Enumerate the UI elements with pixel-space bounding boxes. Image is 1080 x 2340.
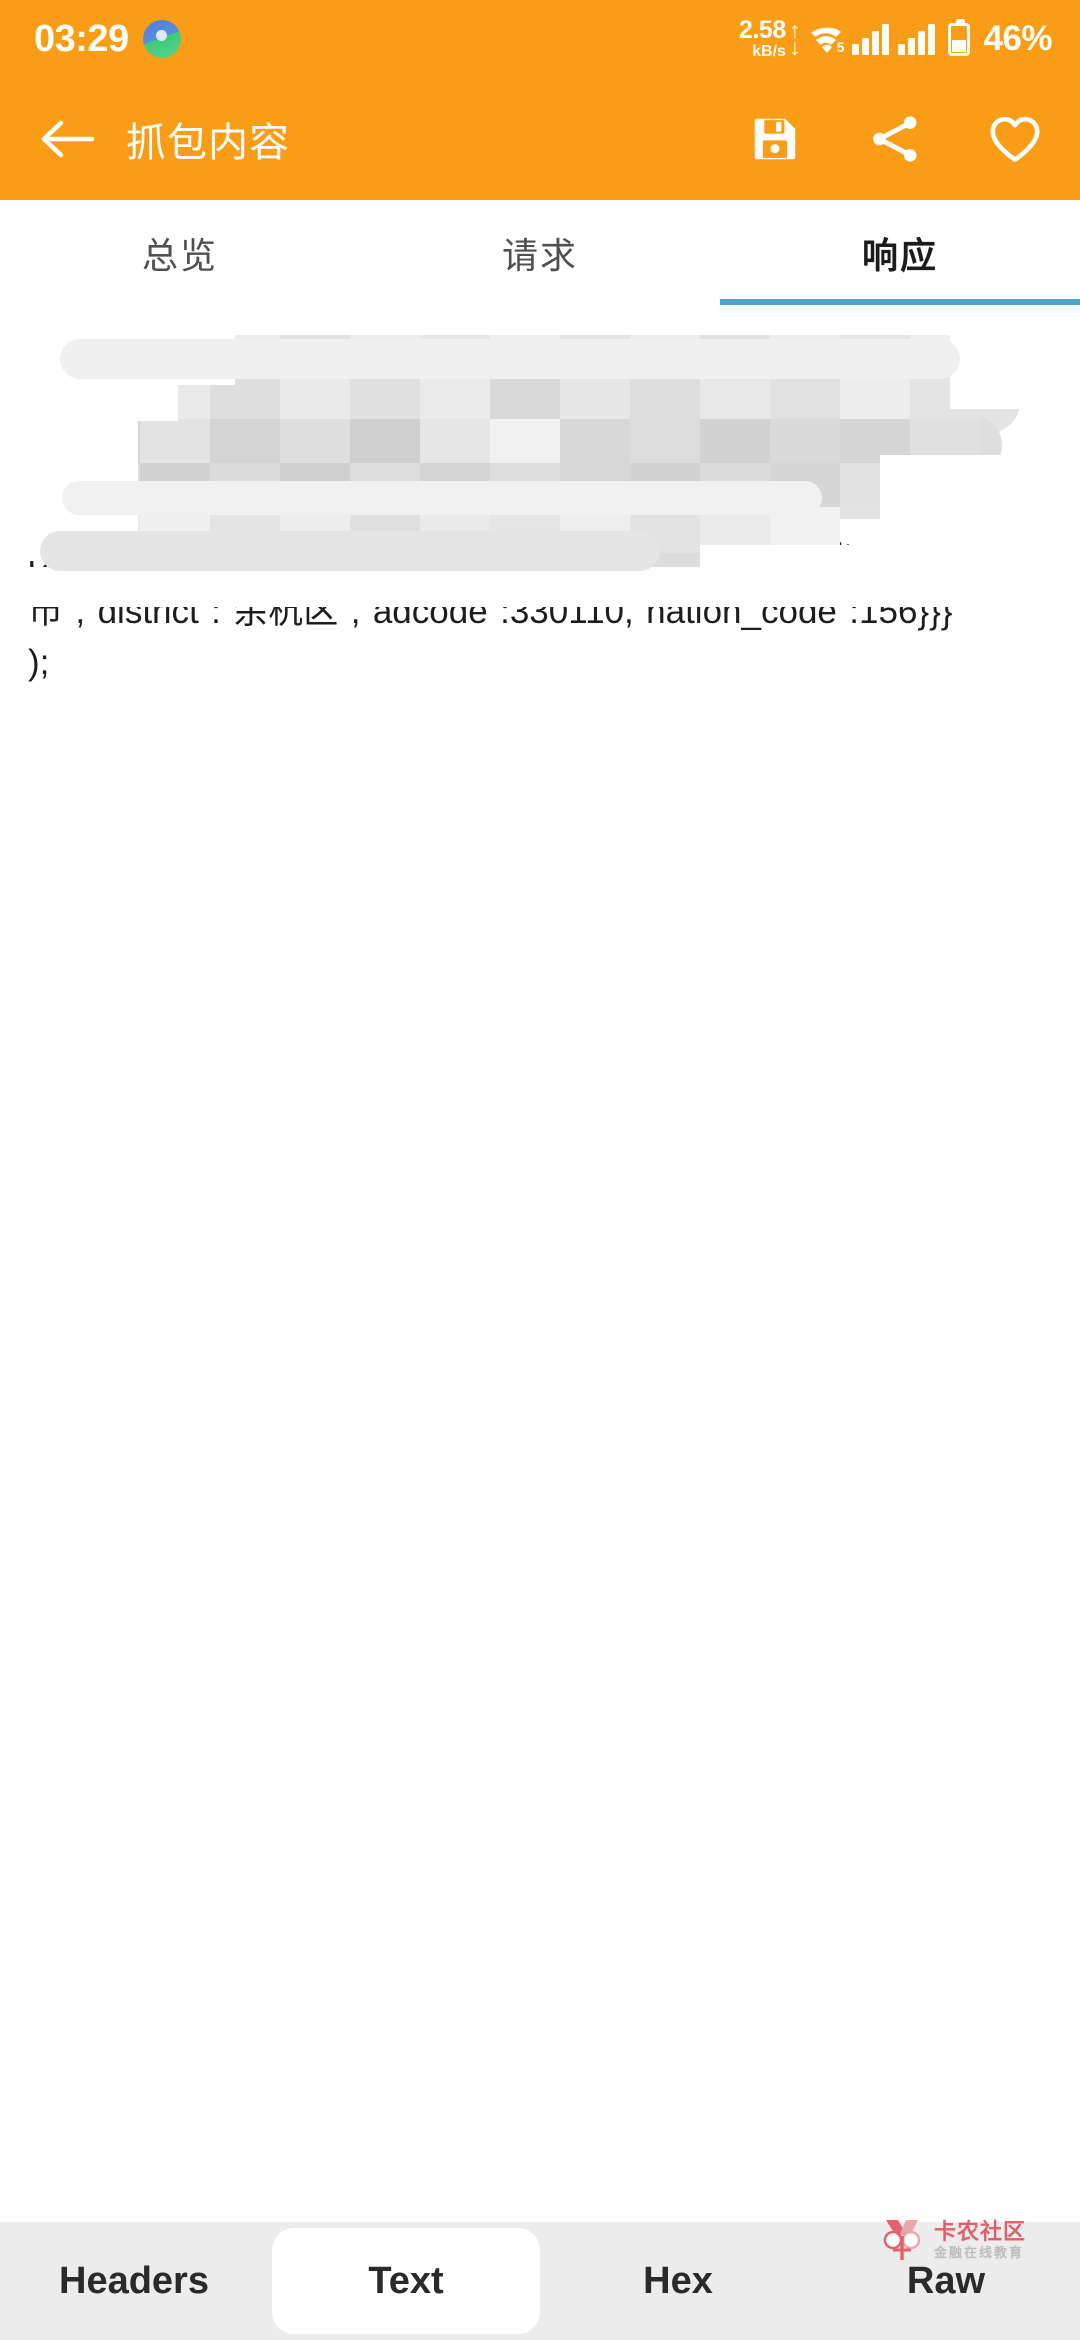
response-line-2: i8 — [28, 388, 56, 427]
android-app-icon — [142, 20, 181, 58]
response-body-panel[interactable]: TN i8 a427 {"i (298501},"ad_info":{"nati… — [0, 305, 1080, 2217]
back-button[interactable] — [36, 107, 100, 171]
watermark-text: 卡农社区 金融在线教育 — [934, 2220, 1026, 2260]
signal-bars-sim1-icon — [852, 23, 890, 55]
response-line-last: ); — [28, 643, 50, 682]
section-tabs: 总览 请求 响应 — [0, 200, 1080, 305]
tab-response-label: 响应 — [861, 234, 938, 276]
battery-percent: 46% — [983, 19, 1052, 58]
response-line-3: a427 — [28, 439, 106, 478]
tab-request-label: 请求 — [501, 234, 578, 276]
tab-response[interactable]: 响应 — [720, 200, 1080, 305]
save-button[interactable] — [744, 108, 806, 170]
app-toolbar: 抓包内容 — [0, 78, 1080, 200]
response-line-4: {"i — [28, 490, 60, 529]
status-bar-right: 2.58 kB/s ↑ ↓ 5 46% — [739, 18, 1053, 60]
bottom-tab-hex[interactable]: Hex — [544, 2228, 812, 2334]
favorite-button[interactable] — [984, 108, 1046, 170]
status-bar-left: 03:29 — [34, 20, 181, 58]
share-button[interactable] — [864, 108, 926, 170]
wifi-icon: 5 — [809, 23, 845, 55]
watermark-logo-icon — [876, 2214, 928, 2266]
response-body-text: TN i8 a427 {"i (298501},"ad_info":{"nati… — [28, 331, 1052, 688]
network-speed-indicator: 2.58 kB/s ↑ ↓ — [739, 18, 801, 60]
tab-overview[interactable]: 总览 — [0, 200, 360, 305]
bottom-tab-headers-label: Headers — [59, 2259, 209, 2302]
bottom-tab-raw[interactable]: Raw 卡农社区 金融在线教育 — [812, 2220, 1080, 2334]
status-clock: 03:29 — [34, 18, 129, 60]
bottom-tab-hex-label: Hex — [643, 2259, 713, 2302]
tab-overview-label: 总览 — [141, 234, 218, 276]
network-arrows-icon: ↑ ↓ — [788, 19, 801, 60]
arrow-down-icon: ↓ — [788, 34, 801, 60]
signal-bars-sim2-icon — [898, 23, 936, 55]
bottom-tab-headers[interactable]: Headers — [0, 2228, 268, 2334]
wifi-generation-label: 5 — [836, 39, 845, 55]
network-speed-value: 2.58 — [738, 16, 786, 44]
page-title: 抓包内容 — [126, 121, 290, 165]
toolbar-actions — [744, 108, 1046, 170]
response-line-5: ( — [28, 541, 40, 580]
network-speed-unit: kB/s — [752, 43, 786, 60]
response-body-json: 298501},"ad_info":{"nation":"中国","provin… — [28, 541, 1050, 631]
tab-request[interactable]: 请求 — [360, 200, 720, 305]
bottom-tab-text-label: Text — [368, 2259, 444, 2302]
bottom-tab-text[interactable]: Text — [272, 2228, 540, 2334]
watermark-title: 卡农社区 — [934, 2219, 1027, 2245]
format-tab-bar: Headers Text Hex Raw 卡农社区 金融在线教育 — [0, 2220, 1080, 2340]
battery-icon — [948, 18, 971, 56]
watermark: 卡农社区 金融在线教育 — [876, 2206, 1066, 2274]
status-bar: 03:29 2.58 kB/s ↑ ↓ 5 46% — [0, 0, 1080, 78]
watermark-subtitle: 金融在线教育 — [934, 2245, 1025, 2261]
response-line-1: TN — [28, 337, 75, 376]
